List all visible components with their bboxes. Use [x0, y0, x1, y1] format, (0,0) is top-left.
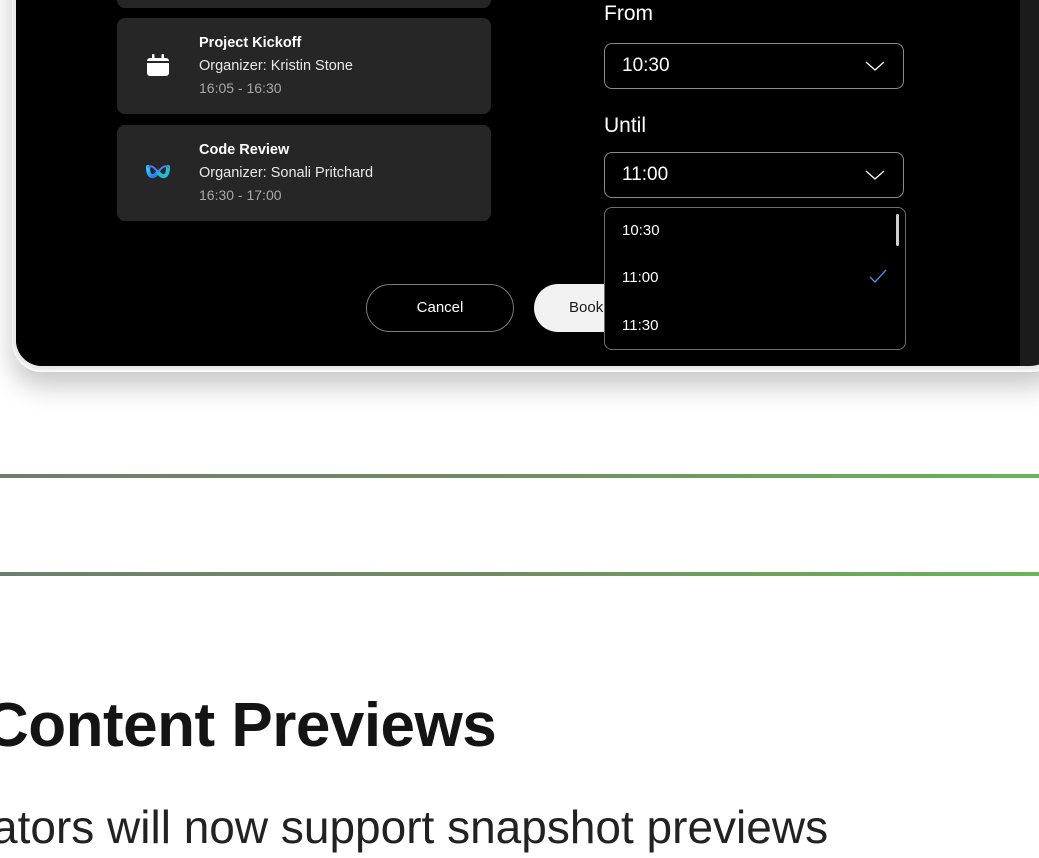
dropdown-scrollbar[interactable]: [896, 214, 899, 246]
from-select[interactable]: 10:30: [604, 43, 904, 89]
section-heading: Content Previews: [0, 691, 497, 760]
dropdown-option[interactable]: 10:30: [622, 222, 660, 239]
meeting-organizer: Organizer: Sonali Pritchard: [199, 165, 374, 181]
meeting-title: Code Review: [199, 142, 290, 158]
meeting-card[interactable]: Code Review Organizer: Sonali Pritchard …: [117, 125, 491, 221]
until-dropdown-list: 10:30 11:00 11:30: [604, 207, 906, 350]
dropdown-option[interactable]: 11:30: [622, 317, 658, 334]
until-select[interactable]: 11:00: [604, 152, 904, 198]
chevron-down-icon: [865, 170, 885, 180]
until-value: 11:00: [622, 164, 669, 185]
section-body: ators will now support snapshot previews: [0, 801, 829, 853]
from-value: 10:30: [622, 55, 670, 76]
screen-overlay: Project Kickoff Organizer: Kristin Stone…: [0, 0, 1039, 370]
meeting-time: 16:30 - 17:00: [199, 187, 282, 203]
calendar-icon: [147, 54, 169, 76]
meeting-organizer: Organizer: Kristin Stone: [199, 58, 353, 74]
meeting-title: Project Kickoff: [199, 35, 302, 51]
dropdown-option-selected[interactable]: 11:00: [622, 269, 658, 286]
meeting-card-partial[interactable]: [117, 0, 491, 8]
section-divider: [0, 474, 1039, 478]
until-label: Until: [604, 114, 647, 137]
meeting-time: 16:05 - 16:30: [199, 80, 282, 96]
section-divider: [0, 572, 1039, 576]
chevron-down-icon: [865, 61, 885, 71]
meeting-card[interactable]: Project Kickoff Organizer: Kristin Stone…: [117, 18, 491, 114]
cancel-button[interactable]: Cancel: [366, 284, 514, 332]
checkmark-icon: [869, 269, 887, 283]
from-label: From: [604, 2, 653, 25]
webex-icon: [146, 165, 170, 179]
